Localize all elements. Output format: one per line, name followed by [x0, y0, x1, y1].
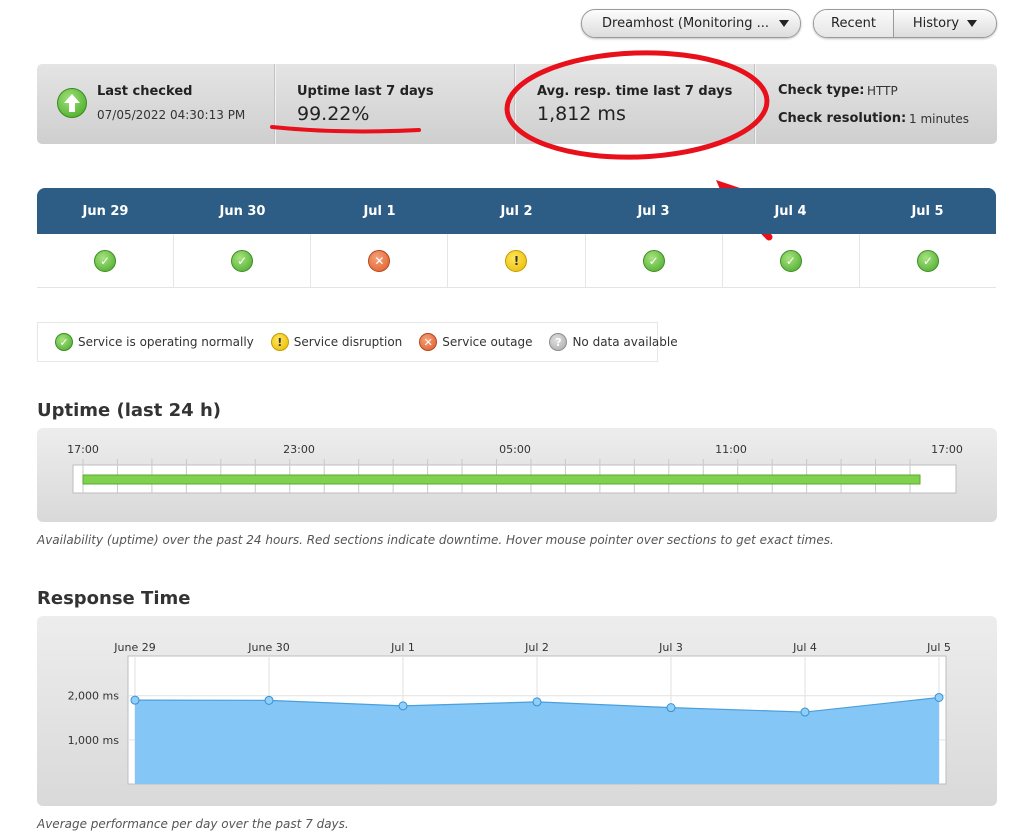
check-info-cell: Check type: HTTP Check resolution: 1 min…: [755, 64, 997, 144]
calendar-day-cell[interactable]: ✕: [311, 234, 449, 287]
calendar-day-cell[interactable]: ✓: [586, 234, 723, 287]
uptime-24h-panel: 17:00 23:00 05:00 11:00 17:00: [37, 428, 997, 522]
data-point: [800, 707, 810, 717]
calendar-status-row: ✓ ✓ ✕! ✓ ✓ ✓: [37, 234, 996, 288]
x-tick-label: June 29: [113, 641, 155, 654]
calendar-day-label: Jul 3: [637, 203, 670, 219]
calendar-day-label: Jun 29: [82, 203, 129, 219]
y-tick-label: 2,000 ms: [68, 690, 120, 703]
data-point: [398, 701, 408, 711]
legend-outage: ✕ Service outage: [419, 333, 532, 351]
response-time-panel: 2,000 ms 1,000 ms June 29 June 30 Jul 1 Jul 2…: [37, 616, 997, 806]
check-icon: ✓: [55, 333, 73, 351]
legend-normal: ✓ Service is operating normally: [55, 333, 254, 351]
stats-panel: Last checked 07/05/2022 04:30:13 PM Upti…: [37, 64, 997, 144]
legend-disruption: ! Service disruption: [270, 333, 403, 351]
calendar-day-cell[interactable]: ✓: [37, 234, 175, 287]
y-tick-label: 1,000 ms: [68, 734, 120, 747]
uptime-label: Uptime last 7 days: [297, 84, 434, 99]
check-icon: ✓: [916, 249, 939, 272]
x-tick-label: Jul 5: [926, 641, 951, 654]
calendar-day-cell[interactable]: !: [448, 234, 586, 287]
view-toggle: Recent History: [813, 9, 997, 38]
recent-label: Recent: [831, 16, 876, 31]
uptime-tick-label: 17:00: [931, 443, 963, 456]
monitor-select-label: Dreamhost (Monitoring ...: [602, 16, 770, 31]
legend-disruption-label: Service disruption: [293, 335, 403, 349]
warning-icon: !: [270, 333, 289, 351]
calendar-day-label: Jul 1: [363, 203, 396, 219]
uptime-cell: Uptime last 7 days 99.22%: [275, 64, 515, 144]
data-point: [532, 697, 542, 707]
data-point: [130, 695, 140, 705]
check-type-value: HTTP: [867, 84, 898, 98]
x-tick-label: Jul 3: [658, 641, 683, 654]
check-type-label: Check type:: [778, 83, 865, 98]
last-checked-label: Last checked: [97, 84, 193, 99]
uptime-24h-caption: Availability (uptime) over the past 24 h…: [37, 533, 834, 547]
uptime-tick-label: 11:00: [715, 443, 747, 456]
data-point: [934, 692, 944, 702]
response-time-title: Response Time: [37, 588, 191, 609]
arrow-up-icon: [57, 88, 87, 118]
check-resolution-label: Check resolution:: [778, 111, 907, 126]
calendar-day-label: Jul 4: [774, 203, 807, 219]
legend-outage-label: Service outage: [442, 335, 533, 349]
last-checked-cell: Last checked 07/05/2022 04:30:13 PM: [37, 64, 275, 144]
check-icon: ✓: [779, 249, 802, 272]
x-tick-label: June 30: [247, 641, 289, 654]
chevron-down-icon: [967, 20, 978, 27]
history-button[interactable]: History: [894, 10, 996, 37]
resp-time-cell: Avg. resp. time last 7 days 1,812 ms: [515, 64, 755, 144]
x-tick-label: Jul 4: [792, 641, 817, 654]
legend-no-data-label: No data available: [572, 335, 678, 349]
monitor-select[interactable]: Dreamhost (Monitoring ...: [581, 9, 801, 38]
calendar-header: Jun 29 Jun 30 Jul 1 Jul 2 Jul 3 Jul 4 Jul 5: [37, 188, 996, 234]
warning-icon: !: [505, 249, 528, 272]
x-tick-label: Jul 1: [390, 641, 415, 654]
x-tick-label: Jul 2: [524, 641, 549, 654]
last-checked-value: 07/05/2022 04:30:13 PM: [97, 108, 246, 122]
x-icon: ✕: [368, 249, 391, 272]
history-label: History: [912, 16, 960, 31]
uptime-tick-label: 17:00: [67, 443, 99, 456]
response-time-caption: Average performance per day over the pas…: [37, 817, 349, 831]
uptime-24h-chart: 17:00 23:00 05:00 11:00 17:00: [67, 443, 963, 494]
calendar-day-label: Jul 2: [500, 203, 533, 219]
calendar-day-cell[interactable]: ✓: [723, 234, 860, 287]
check-icon: ✓: [231, 249, 254, 272]
status-legend: ✓ Service is operating normally ! Service …: [37, 322, 678, 362]
calendar-day-cell[interactable]: ✓: [174, 234, 312, 287]
uptime-value: 99.22%: [297, 103, 370, 125]
uptime-tick-label: 05:00: [499, 443, 531, 456]
question-icon: ?: [549, 333, 568, 351]
resp-time-label: Avg. resp. time last 7 days: [537, 84, 733, 99]
check-resolution-value: 1 minutes: [909, 112, 970, 126]
x-icon: ✕: [419, 333, 438, 351]
uptime-24h-title: Uptime (last 24 h): [37, 400, 221, 421]
check-icon: ✓: [94, 249, 117, 272]
check-icon: ✓: [642, 249, 665, 272]
chevron-down-icon: [779, 20, 789, 27]
resp-time-value: 1,812 ms: [537, 103, 626, 125]
calendar-day-label: Jul 5: [911, 203, 944, 219]
calendar-day-label: Jun 30: [219, 203, 266, 219]
data-point: [666, 703, 676, 713]
recent-button[interactable]: Recent: [814, 10, 894, 37]
data-point: [264, 695, 274, 705]
legend-normal-label: Service is operating normally: [78, 335, 254, 349]
legend-no-data: ? No data available: [549, 333, 678, 351]
uptime-tick-label: 23:00: [283, 443, 315, 456]
response-time-chart: 2,000 ms 1,000 ms June 29 June 30 Jul 1 Jul 2…: [68, 641, 951, 785]
calendar-day-cell[interactable]: ✓: [860, 234, 996, 287]
uptime-bar: [82, 474, 921, 485]
